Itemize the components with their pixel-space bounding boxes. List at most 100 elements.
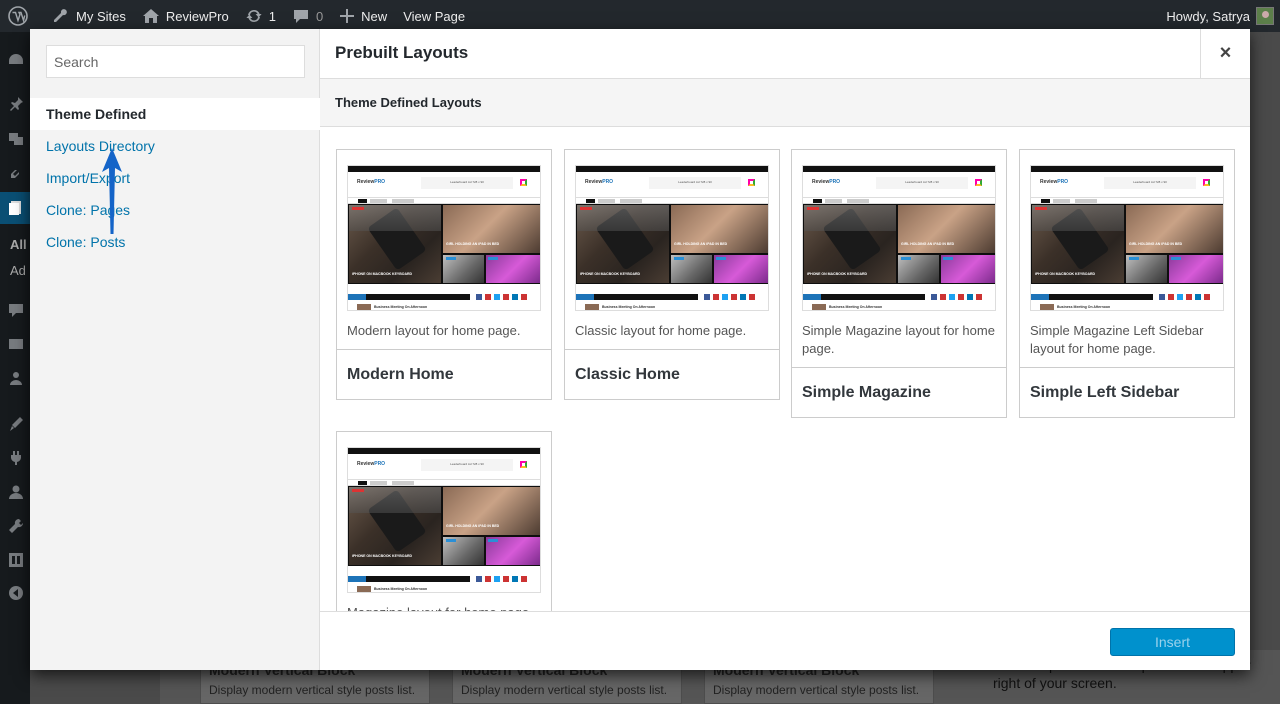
appearance-icon[interactable] (8, 416, 24, 432)
thumb-logo-text: Review (585, 179, 603, 185)
thumb-logo-accent: PRO (602, 179, 614, 185)
thumb-footer-caption: Business Meeting On Afternoon (602, 305, 656, 309)
thumb-navbar (348, 479, 540, 486)
thumb-social-icon (731, 294, 737, 300)
thumb-nav-item (370, 199, 387, 203)
thumb-navbar (576, 197, 768, 204)
thumb-topbar (348, 166, 540, 172)
layout-card-classic-home[interactable]: ReviewPRO Leaderboard Ad 728 x 90 iPHONE O… (564, 149, 780, 400)
my-sites-menu[interactable]: My Sites (44, 0, 134, 32)
dashboard-icon[interactable] (8, 52, 24, 68)
thumb-hero: iPHONE ON MACBOOK KEYBOARD GIRL HOLDING A… (1031, 204, 1223, 284)
thumb-footer-caption: Business Meeting On Afternoon (374, 305, 428, 309)
thumb-social-icon (749, 294, 755, 300)
thumb-category-tag (807, 207, 819, 210)
nav-import-export[interactable]: Import/Export (30, 162, 320, 194)
thumb-category-tag (352, 207, 364, 210)
users-group-icon[interactable] (8, 370, 24, 386)
plugins-icon[interactable] (8, 450, 24, 466)
thumb-hero: iPHONE ON MACBOOK KEYBOARD GIRL HOLDING A… (348, 486, 540, 566)
my-sites-label: My Sites (76, 8, 126, 24)
thumb-category-tag (580, 207, 592, 210)
thumb-logo: ReviewPRO (357, 179, 385, 185)
layout-description: Simple Magazine layout for home page. (792, 311, 1006, 368)
thumb-side-caption: GIRL HOLDING AN iPAD IN BED (901, 242, 955, 246)
nav-clone-posts[interactable]: Clone: Posts (30, 226, 320, 258)
thumb-ad-logo-icon (1203, 179, 1210, 186)
thumb-footer-image (357, 586, 371, 592)
thumb-footer-caption: Business Meeting On Afternoon (374, 587, 428, 591)
layout-card-magazine[interactable]: ReviewPRO Leaderboard Ad 728 x 90 iPHONE O… (336, 431, 552, 611)
thumb-social-icon (1186, 294, 1192, 300)
thumb-social-icon (1168, 294, 1174, 300)
pages-icon[interactable] (8, 200, 24, 216)
thumb-footer-image (585, 304, 599, 310)
links-icon[interactable] (8, 164, 24, 180)
thumb-social-icon (503, 576, 509, 582)
thumb-ad-banner: Leaderboard Ad 728 x 90 (649, 177, 741, 189)
close-button[interactable]: × (1200, 29, 1250, 79)
thumb-logo-text: Review (357, 179, 375, 185)
layout-search-input[interactable] (46, 45, 305, 78)
thumb-section-bar (1031, 294, 1153, 300)
thumb-social-icon (485, 576, 491, 582)
thumb-nav-item (847, 199, 869, 203)
updates-menu[interactable]: 1 (237, 0, 284, 32)
nav-clone-pages[interactable]: Clone: Pages (30, 194, 320, 226)
nav-layouts-directory[interactable]: Layouts Directory (30, 130, 320, 162)
thumb-footer-image (357, 304, 371, 310)
thumb-social-icon (494, 576, 500, 582)
site-name-menu[interactable]: ReviewPro (134, 0, 237, 32)
thumb-hero-caption: iPHONE ON MACBOOK KEYBOARD (807, 272, 868, 276)
layout-card-simple-left-sidebar[interactable]: ReviewPRO Leaderboard Ad 728 x 90 iPHONE O… (1019, 149, 1235, 418)
layout-card-simple-magazine[interactable]: ReviewPRO Leaderboard Ad 728 x 90 iPHONE O… (791, 149, 1007, 418)
settings-icon[interactable] (8, 552, 24, 568)
layout-thumbnail: ReviewPRO Leaderboard Ad 728 x 90 iPHONE O… (575, 165, 769, 311)
layout-thumbnail: ReviewPRO Leaderboard Ad 728 x 90 iPHONE O… (802, 165, 996, 311)
thumb-social-icon (485, 294, 491, 300)
thumb-nav-item (586, 199, 595, 203)
thumb-category-tag (488, 539, 498, 542)
wordpress-logo-icon[interactable] (0, 0, 44, 32)
thumb-nav-item (392, 481, 414, 485)
thumb-social-icon (704, 294, 710, 300)
thumb-category-tag (446, 257, 456, 260)
thumb-category-tag (901, 257, 911, 260)
user-icon[interactable] (8, 484, 24, 500)
view-page-link[interactable]: View Page (395, 0, 473, 32)
thumb-side-caption: GIRL HOLDING AN iPAD IN BED (1129, 242, 1183, 246)
collapse-menu-icon[interactable] (8, 585, 24, 601)
sub-add-new[interactable]: Ad (10, 263, 26, 278)
layout-name: Simple Magazine (802, 384, 931, 401)
comments-menu[interactable]: 0 (284, 0, 331, 32)
thumb-social-icon (931, 294, 937, 300)
layout-thumbnail: ReviewPRO Leaderboard Ad 728 x 90 iPHONE O… (1030, 165, 1224, 311)
mail-icon[interactable] (8, 336, 24, 352)
media-icon[interactable] (8, 130, 24, 146)
updates-count: 1 (268, 8, 276, 24)
posts-pin-icon[interactable] (8, 96, 24, 112)
thumb-footer-caption: Business Meeting On Afternoon (829, 305, 883, 309)
comments-sidebar-icon[interactable] (8, 302, 24, 318)
sub-all-pages[interactable]: All (10, 237, 27, 252)
nav-theme-defined[interactable]: Theme Defined (30, 98, 320, 130)
thumb-topbar (803, 166, 995, 172)
thumb-logo-accent: PRO (1057, 179, 1069, 185)
modal-sidebar: Theme Defined Layouts Directory Import/E… (30, 29, 320, 670)
layout-description: Magazine layout for home page. (337, 593, 551, 611)
thumb-section-bar (348, 576, 470, 582)
thumb-nav-item (1041, 199, 1050, 203)
thumb-category-tag (352, 489, 364, 492)
thumb-social-icon (967, 294, 973, 300)
tools-wrench-icon[interactable] (8, 518, 24, 534)
thumb-section-bar (348, 294, 470, 300)
layout-card-modern-home[interactable]: ReviewPRO Leaderboard Ad 728 x 90 iPHONE O… (336, 149, 552, 400)
account-menu[interactable]: Howdy, Satrya (1156, 0, 1280, 32)
thumb-social-icon (722, 294, 728, 300)
new-content-menu[interactable]: New (331, 0, 395, 32)
insert-button[interactable]: Insert (1110, 628, 1235, 656)
thumb-social-icon (512, 576, 518, 582)
thumb-section-label (576, 294, 594, 300)
thumb-social-icon (476, 294, 482, 300)
thumb-section-bar (803, 294, 925, 300)
